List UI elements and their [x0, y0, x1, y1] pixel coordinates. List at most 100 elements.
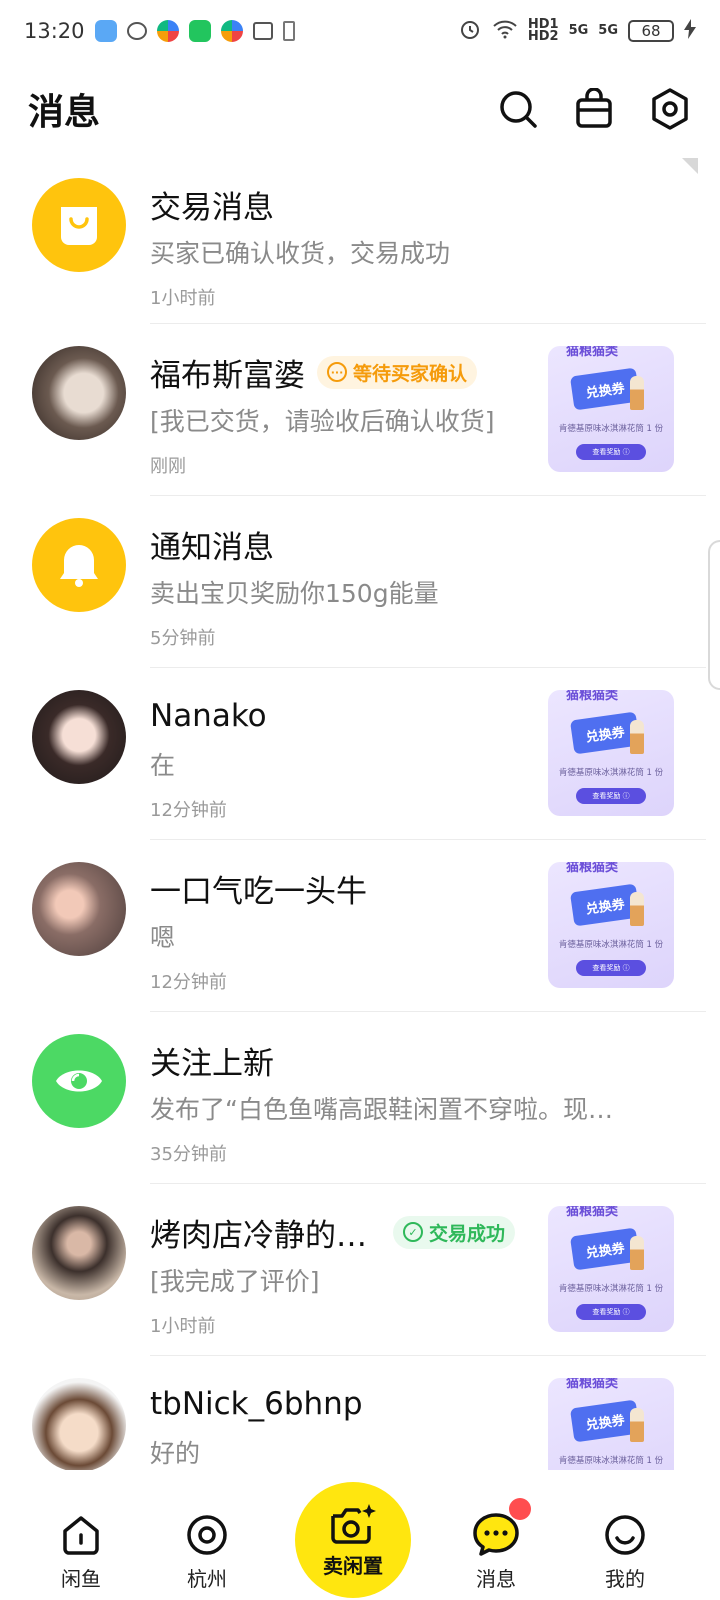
- voucher-header: 猫粮猫类: [566, 346, 619, 359]
- message-item[interactable]: 交易消息 买家已确认收货，交易成功 1小时前: [0, 156, 720, 324]
- tab-me[interactable]: 我的: [570, 1492, 680, 1592]
- message-item[interactable]: 烤肉店冷静的… ✓ 交易成功 [我完成了评价] 1小时前 猫粮猫类 兑换券 肯德…: [0, 1184, 720, 1356]
- voucher-button: 查看奖励 ⓘ: [576, 788, 646, 804]
- message-title: 烤肉店冷静的…: [150, 1217, 367, 1254]
- message-time: 5分钟前: [150, 628, 216, 649]
- message-time: 35分钟前: [150, 1144, 227, 1165]
- home-icon: [63, 1516, 99, 1555]
- settings-button[interactable]: [648, 87, 692, 131]
- voucher-thumbnail[interactable]: 猫粮猫类 兑换券 肯德基原味冰淇淋花筒 1 份 查看奖励 ⓘ: [548, 862, 674, 988]
- signal-5g-2: 5G: [598, 23, 618, 38]
- tab-home[interactable]: 闲鱼: [26, 1492, 136, 1592]
- user-avatar: [32, 1206, 126, 1300]
- voucher-button: 查看奖励 ⓘ: [576, 960, 646, 976]
- video-app-icon: [188, 20, 211, 42]
- tab-home-label: 闲鱼: [61, 1567, 101, 1591]
- tab-messages-label: 消息: [476, 1567, 516, 1591]
- message-item[interactable]: 一口气吃一头牛 嗯 12分钟前 猫粮猫类 兑换券 肯德基原味冰淇淋花筒 1 份 …: [0, 840, 720, 1012]
- chat-notification-icon: [126, 22, 147, 40]
- tab-me-label: 我的: [605, 1567, 645, 1591]
- voucher-header: 猫粮猫类: [566, 862, 619, 875]
- badge-label: 交易成功: [429, 1222, 506, 1245]
- battery-level: 68: [628, 20, 674, 42]
- status-badge: ✓ 交易成功: [393, 1215, 516, 1249]
- eye-icon: [56, 1070, 102, 1092]
- page-title: 消息: [28, 92, 101, 133]
- page-header: 消息: [0, 62, 720, 156]
- tab-city[interactable]: 杭州: [152, 1492, 262, 1592]
- alarm-icon: [458, 17, 482, 46]
- status-bar: 13:20 HD1 HD2 5G 5G 68: [0, 0, 720, 62]
- hd-indicator: HD1 HD2: [527, 18, 559, 44]
- shop-button[interactable]: [572, 87, 616, 131]
- message-title: 关注上新: [150, 1045, 274, 1082]
- message-time: 1小时前: [150, 288, 216, 309]
- message-preview: 发布了“白色鱼嘴高跟鞋闲置不穿啦。现…: [150, 1095, 613, 1124]
- signal-5g-1: 5G: [568, 23, 589, 38]
- voucher-thumbnail[interactable]: 猫粮猫类 兑换券 肯德基原味冰淇淋花筒 1 份 查看奖励 ⓘ: [548, 1206, 674, 1332]
- settings-icon: [652, 88, 688, 130]
- message-item[interactable]: 关注上新 发布了“白色鱼嘴高跟鞋闲置不穿啦。现… 35分钟前: [0, 1012, 720, 1184]
- voucher-button: 查看奖励 ⓘ: [576, 1304, 646, 1320]
- message-preview: 卖出宝贝奖励你150g能量: [150, 579, 439, 608]
- voucher-header: 猫粮猫类: [566, 1206, 619, 1219]
- check-icon: ✓: [403, 1222, 423, 1242]
- message-title: tbNick_6bhnp: [150, 1386, 363, 1422]
- notification-dot: [509, 1498, 531, 1520]
- message-title: 交易消息: [150, 189, 274, 226]
- message-item[interactable]: Nanako 在 12分钟前 猫粮猫类 兑换券 肯德基原味冰淇淋花筒 1 份 查…: [0, 668, 720, 840]
- message-preview: 买家已确认收货，交易成功: [150, 239, 451, 268]
- user-avatar: [32, 346, 126, 440]
- message-title: 通知消息: [150, 529, 274, 566]
- user-avatar: [32, 690, 126, 784]
- tab-city-label: 杭州: [187, 1567, 227, 1591]
- voucher-header: 猫粮猫类: [566, 690, 619, 703]
- gallery-icon: [252, 22, 273, 40]
- voucher-thumbnail[interactable]: 猫粮猫类 兑换券 肯德基原味冰淇淋花筒 1 份 查看奖励 ⓘ: [548, 690, 674, 816]
- voucher-text: 肯德基原味冰淇淋花筒 1 份: [558, 768, 664, 778]
- search-icon: [500, 91, 537, 128]
- message-list: 交易消息 买家已确认收货，交易成功 1小时前 福布斯富婆 ··· 等待买家确认 …: [0, 156, 720, 1528]
- message-item[interactable]: 福布斯富婆 ··· 等待买家确认 [我已交货，请验收后确认收货] 刚刚 猫粮猫类…: [0, 324, 720, 496]
- wifi-icon: [492, 19, 518, 44]
- follow-avatar: [32, 1034, 126, 1128]
- profile-smile-icon: [605, 1515, 645, 1555]
- battery-saver-icon: [282, 21, 295, 41]
- status-badge: ··· 等待买家确认: [317, 355, 478, 389]
- ice-cream-icon: [630, 1408, 644, 1442]
- voucher-button: 查看奖励 ⓘ: [576, 444, 646, 460]
- shop-bag-icon: [576, 88, 612, 128]
- voucher-text: 肯德基原味冰淇淋花筒 1 份: [558, 940, 664, 950]
- app-notification-icon: [220, 20, 243, 42]
- user-avatar: [32, 862, 126, 956]
- bell-icon: [60, 545, 98, 587]
- location-icon: [187, 1515, 227, 1555]
- trade-message-avatar: [32, 178, 126, 272]
- voucher-text: 肯德基原味冰淇淋花筒 1 份: [558, 1284, 664, 1294]
- user-avatar: [32, 1378, 126, 1472]
- app-notification-icon: [94, 20, 117, 42]
- shopping-bag-icon: [61, 207, 97, 245]
- voucher-thumbnail[interactable]: 猫粮猫类 兑换券 肯德基原味冰淇淋花筒 1 份 查看奖励 ⓘ: [548, 346, 674, 472]
- sell-button[interactable]: 卖闲置: [295, 1482, 411, 1598]
- voucher-text: 肯德基原味冰淇淋花筒 1 份: [558, 1456, 664, 1466]
- bottom-tab-bar: 闲鱼 杭州 卖闲置 消息 我的: [0, 1470, 720, 1600]
- ice-cream-icon: [630, 720, 644, 754]
- message-title: Nanako: [150, 698, 267, 734]
- tab-messages[interactable]: 消息: [441, 1492, 551, 1592]
- camera-sparkle-icon: [331, 1503, 376, 1544]
- hd2-label: HD2: [527, 29, 559, 44]
- message-title: 一口气吃一头牛: [150, 873, 367, 910]
- badge-label: 等待买家确认: [353, 362, 468, 385]
- ice-cream-icon: [630, 376, 644, 410]
- status-time: 13:20: [24, 19, 85, 43]
- search-button[interactable]: [496, 87, 540, 131]
- ice-cream-icon: [630, 1236, 644, 1270]
- sell-button-label: 卖闲置: [323, 1553, 383, 1578]
- voucher-header: 猫粮猫类: [566, 1378, 619, 1391]
- ice-cream-icon: [630, 892, 644, 926]
- message-item[interactable]: 通知消息 卖出宝贝奖励你150g能量 5分钟前: [0, 496, 720, 668]
- notification-avatar: [32, 518, 126, 612]
- pending-icon: ···: [327, 362, 347, 382]
- charging-icon: [684, 18, 696, 44]
